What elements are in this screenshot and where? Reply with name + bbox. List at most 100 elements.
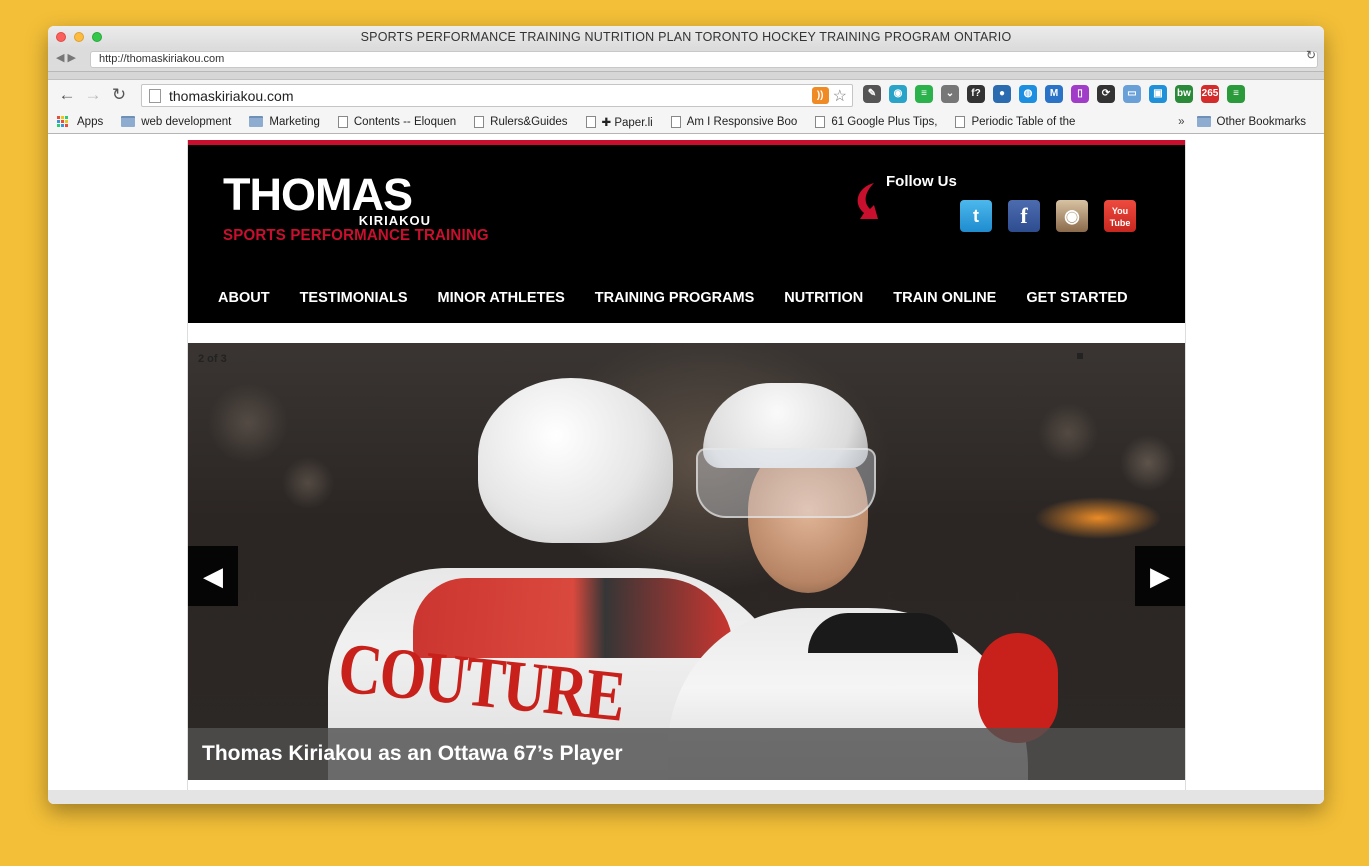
whatfont-icon[interactable]: f? xyxy=(967,85,985,103)
page-icon xyxy=(337,115,348,128)
bookmark-item[interactable]: 61 Google Plus Tips, xyxy=(815,115,938,128)
window-bottom-bar xyxy=(48,790,1324,804)
nav-item-train-online[interactable]: TRAIN ONLINE xyxy=(893,290,996,306)
site-container: THOMAS KIRIAKOU SPORTS PERFORMANCE TRAIN… xyxy=(187,140,1186,790)
slide-indicator[interactable] xyxy=(1077,353,1083,359)
page-icon xyxy=(474,115,485,128)
bookmark-item[interactable]: Apps xyxy=(57,115,104,128)
outer-nav-buttons: ◀ ▶ xyxy=(56,51,76,64)
window-controls xyxy=(56,32,102,42)
header-spacer xyxy=(188,323,1185,343)
bookmark-label: web development xyxy=(141,115,232,128)
feedly-icon[interactable]: ≡ xyxy=(915,85,933,103)
maximize-window-button[interactable] xyxy=(92,32,102,42)
nav-item-minor-athletes[interactable]: MINOR ATHLETES xyxy=(438,290,565,306)
bookmark-star-icon[interactable]: ☆ xyxy=(833,86,847,106)
box-icon[interactable]: ▣ xyxy=(1149,85,1167,103)
bookmark-item[interactable]: Periodic Table of the xyxy=(955,115,1076,128)
page-viewport: THOMAS KIRIAKOU SPORTS PERFORMANCE TRAIN… xyxy=(48,140,1324,790)
twitter-icon[interactable]: t xyxy=(960,200,992,232)
phone-icon[interactable]: ▯ xyxy=(1071,85,1089,103)
bookmark-label: 61 Google Plus Tips, xyxy=(831,115,938,128)
more-bookmarks-button[interactable]: » xyxy=(1178,116,1184,128)
image-slider: COUTURE 2 of 3 ◀ ▶ Thomas Kiriakou as an… xyxy=(188,343,1185,780)
site-logo[interactable]: THOMAS KIRIAKOU SPORTS PERFORMANCE TRAIN… xyxy=(223,169,506,245)
folder-icon xyxy=(249,116,264,127)
outer-back-button[interactable]: ◀ xyxy=(56,52,64,64)
apps-grid-icon xyxy=(57,115,69,128)
outer-address-bar: ◀ ▶ http://thomaskiriakou.com ↻ xyxy=(48,48,1324,72)
other-bookmarks[interactable]: Other Bookmarks xyxy=(1196,115,1306,128)
window-title: SPORTS PERFORMANCE TRAINING NUTRITION PL… xyxy=(360,30,1012,44)
bookmark-label: Periodic Table of the xyxy=(971,115,1076,128)
pocket-icon[interactable]: ⌄ xyxy=(941,85,959,103)
eyedropper-icon[interactable]: ✎ xyxy=(863,85,881,103)
outer-forward-button[interactable]: ▶ xyxy=(68,52,76,64)
title-bar: SPORTS PERFORMANCE TRAINING NUTRITION PL… xyxy=(48,26,1324,48)
nav-item-get-started[interactable]: GET STARTED xyxy=(1026,290,1127,306)
next-slide-button[interactable]: ▶ xyxy=(1135,546,1185,606)
player-right-collar xyxy=(808,613,958,653)
bookmark-item[interactable]: web development xyxy=(121,116,231,128)
forward-button[interactable]: → xyxy=(80,85,106,105)
eye-icon[interactable]: ◉ xyxy=(889,85,907,103)
outer-reload-icon[interactable]: ↻ xyxy=(1306,48,1316,62)
colorzilla-icon[interactable]: ● xyxy=(993,85,1011,103)
bw-icon[interactable]: bw xyxy=(1175,85,1193,103)
nav-item-about[interactable]: ABOUT xyxy=(218,290,270,306)
page-icon xyxy=(815,115,826,128)
bookmark-item[interactable]: Am I Responsive Boo xyxy=(670,115,798,128)
nav-item-training-programs[interactable]: TRAINING PROGRAMS xyxy=(595,290,755,306)
reload-button[interactable]: ↻ xyxy=(106,85,132,105)
omnibox-url[interactable]: thomaskiriakou.com xyxy=(169,88,812,104)
site-header: THOMAS KIRIAKOU SPORTS PERFORMANCE TRAIN… xyxy=(188,145,1185,323)
other-bookmarks-label: Other Bookmarks xyxy=(1216,115,1306,128)
chat-icon[interactable]: ◍ xyxy=(1019,85,1037,103)
main-nav: ABOUT TESTIMONIALS MINOR ATHLETES TRAINING … xyxy=(218,290,1128,306)
rss-icon[interactable]: )) xyxy=(811,87,829,104)
page-icon xyxy=(585,115,596,128)
nav-item-testimonials[interactable]: TESTIMONIALS xyxy=(300,290,408,306)
tab-strip xyxy=(48,72,1324,80)
instagram-icon[interactable]: ◉ xyxy=(1056,200,1088,232)
folder-icon xyxy=(121,116,136,127)
slide-caption: Thomas Kiriakou as an Ottawa 67’s Player xyxy=(188,728,1185,780)
browser-window: SPORTS PERFORMANCE TRAINING NUTRITION PL… xyxy=(48,26,1324,804)
bookmark-item[interactable]: ✚ Paper.li xyxy=(585,115,653,129)
logo-tagline: SPORTS PERFORMANCE TRAINING xyxy=(223,227,489,244)
player-right-sleeve xyxy=(978,633,1058,743)
window-icon[interactable]: ▭ xyxy=(1123,85,1141,103)
bookmark-item[interactable]: Contents -- Eloquen xyxy=(337,115,457,128)
youtube-icon[interactable]: You Tube xyxy=(1104,200,1136,232)
back-button[interactable]: ← xyxy=(54,85,80,105)
bookmark-label: ✚ Paper.li xyxy=(601,116,653,129)
browser-toolbar: ← → ↻ thomaskiriakou.com )) ☆ ✎ ◉ ≡ ⌄ f? ● ◍ M ▯… xyxy=(48,80,1324,110)
sync-icon[interactable]: ⟳ xyxy=(1097,85,1115,103)
close-window-button[interactable] xyxy=(56,32,66,42)
facebook-icon[interactable]: f xyxy=(1008,200,1040,232)
menu-icon[interactable]: ≡ xyxy=(1227,85,1245,103)
logo-name: THOMAS xyxy=(223,169,413,220)
previous-slide-button[interactable]: ◀ xyxy=(188,546,238,606)
slide-counter: 2 of 3 xyxy=(198,353,227,365)
bookmark-item[interactable]: Rulers&Guides xyxy=(474,115,568,128)
minimize-window-button[interactable] xyxy=(74,32,84,42)
player-right-visor xyxy=(696,448,876,518)
counter-icon[interactable]: 265 xyxy=(1201,85,1219,103)
follow-us-label: Follow Us xyxy=(886,173,957,190)
page-icon xyxy=(955,115,966,128)
folder-icon xyxy=(1196,116,1211,127)
bookmark-label: Contents -- Eloquen xyxy=(353,115,457,128)
nav-item-nutrition[interactable]: NUTRITION xyxy=(784,290,863,306)
bookmark-label: Marketing xyxy=(269,115,320,128)
page-icon xyxy=(149,88,161,103)
mx-icon[interactable]: M xyxy=(1045,85,1063,103)
bookmark-label: Rulers&Guides xyxy=(490,115,568,128)
outer-url-field[interactable]: http://thomaskiriakou.com xyxy=(90,51,1318,68)
bookmark-label: Am I Responsive Boo xyxy=(686,115,798,128)
page-icon xyxy=(670,115,681,128)
bookmark-label: Apps xyxy=(77,115,104,128)
bookmarks-bar: Apps web development Marketing Contents -- … xyxy=(48,110,1324,134)
bookmark-item[interactable]: Marketing xyxy=(249,116,320,128)
omnibox[interactable]: thomaskiriakou.com )) ☆ xyxy=(141,84,853,107)
